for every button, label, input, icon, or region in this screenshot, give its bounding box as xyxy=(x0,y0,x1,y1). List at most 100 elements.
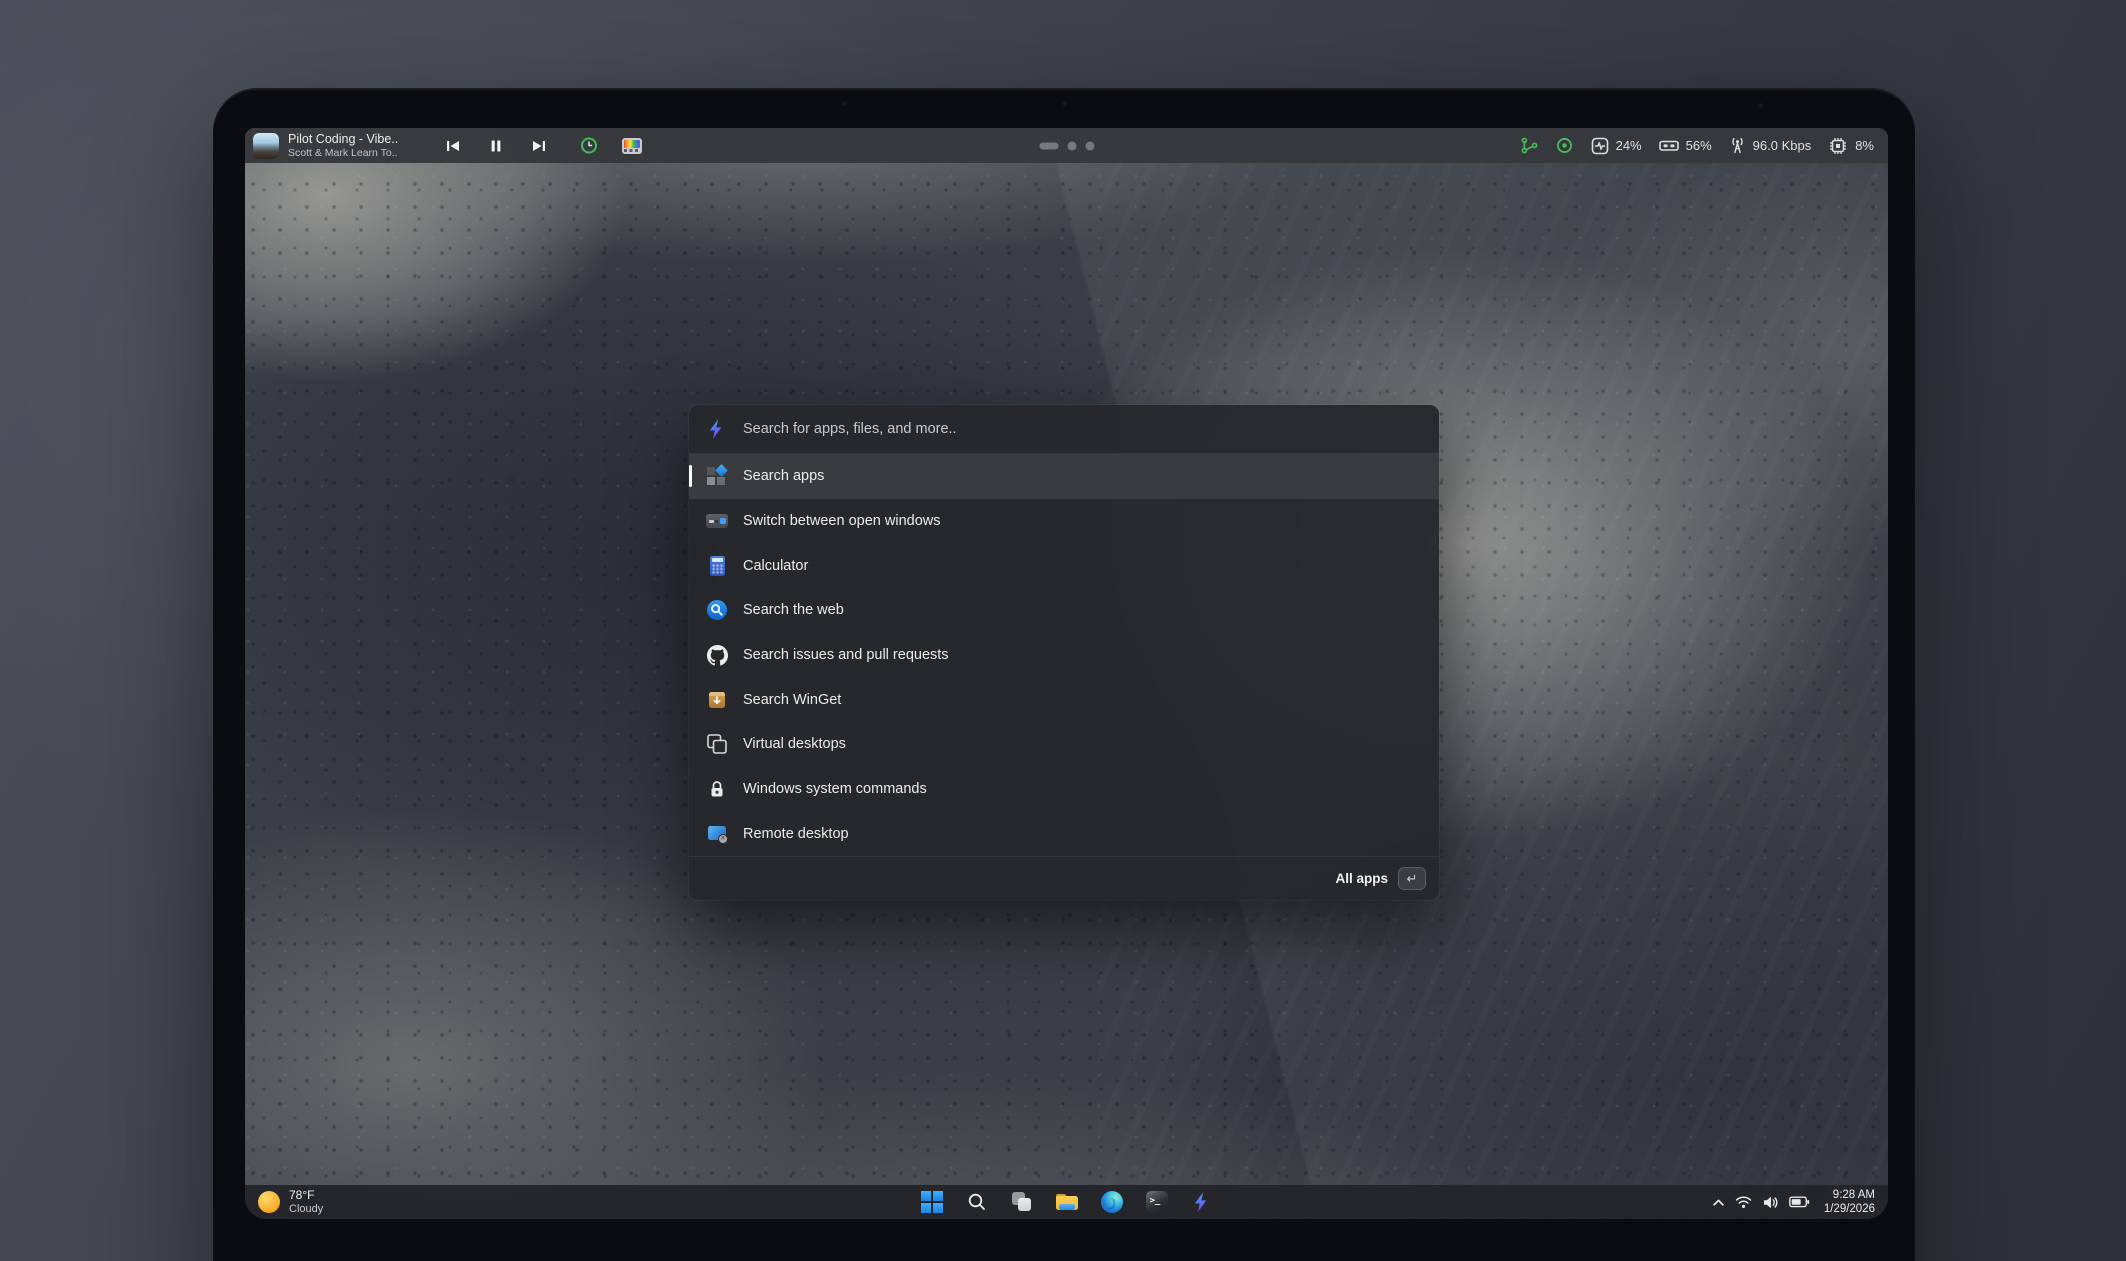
task-view-icon xyxy=(1011,1191,1033,1213)
list-item-label: Remote desktop xyxy=(743,826,849,842)
list-item-github-search[interactable]: Search issues and pull requests xyxy=(689,633,1439,678)
sun-icon xyxy=(258,1191,280,1213)
now-playing-subtitle: Scott & Mark Learn To.. xyxy=(288,147,422,159)
all-apps-label: All apps xyxy=(1335,871,1388,886)
file-explorer-button[interactable] xyxy=(1054,1189,1080,1215)
bar-tools xyxy=(580,137,642,155)
previous-icon xyxy=(444,137,462,155)
bezel-camera-dot xyxy=(842,101,847,106)
network-value: 96.0 Kbps xyxy=(1753,138,1812,153)
display-color-icon[interactable] xyxy=(622,138,642,154)
activity-stat: 24% xyxy=(1591,137,1642,155)
tray-clock[interactable]: 9:28 AM 1/29/2026 xyxy=(1824,1188,1875,1217)
all-apps-button[interactable]: All apps ↵ xyxy=(689,856,1439,900)
laptop-frame: Pilot Coding - Vibe.. Scott & Mark Learn… xyxy=(213,88,1915,1261)
tray-date: 1/29/2026 xyxy=(1824,1202,1875,1216)
media-controls xyxy=(444,137,548,155)
search-icon xyxy=(966,1191,988,1213)
screen: Pilot Coding - Vibe.. Scott & Mark Learn… xyxy=(245,128,1888,1219)
start-button[interactable] xyxy=(919,1189,945,1215)
search-input[interactable]: Search for apps, files, and more.. xyxy=(689,405,1439,453)
pause-button[interactable] xyxy=(487,137,505,155)
enter-key-icon: ↵ xyxy=(1398,867,1426,890)
command-palette-bolt-icon xyxy=(706,418,728,440)
tray-time: 9:28 AM xyxy=(1824,1188,1875,1202)
taskbar: 78°F Cloudy xyxy=(245,1185,1888,1219)
network-stat: 96.0 Kbps xyxy=(1729,137,1812,155)
web-search-icon xyxy=(706,599,728,621)
wifi-icon[interactable] xyxy=(1735,1195,1752,1209)
now-playing-title: Pilot Coding - Vibe.. xyxy=(288,132,422,147)
list-item-label: Calculator xyxy=(743,558,808,574)
list-item-label: Windows system commands xyxy=(743,781,927,797)
powertoys-bolt-icon xyxy=(1191,1191,1213,1213)
list-item-search-apps[interactable]: Search apps xyxy=(689,454,1439,499)
list-item-remote-desktop[interactable]: ✕ Remote desktop xyxy=(689,812,1439,857)
command-palette: Search for apps, files, and more.. Searc… xyxy=(689,405,1439,900)
top-status-bar: Pilot Coding - Vibe.. Scott & Mark Learn… xyxy=(245,128,1888,163)
result-list: Search apps Switch between open windows … xyxy=(689,454,1439,856)
weather-widget[interactable]: 78°F Cloudy xyxy=(245,1188,323,1216)
system-stats: 24% 56% xyxy=(1521,136,1874,156)
list-item-label: Search issues and pull requests xyxy=(743,647,949,663)
next-icon xyxy=(530,137,548,155)
taskbar-center: >_ xyxy=(919,1185,1215,1219)
edge-browser-button[interactable] xyxy=(1099,1189,1125,1215)
next-track-button[interactable] xyxy=(530,137,548,155)
list-item-label: Virtual desktops xyxy=(743,736,846,752)
volume-icon[interactable] xyxy=(1762,1195,1779,1210)
chip-icon xyxy=(1828,136,1848,156)
memory-value: 56% xyxy=(1686,138,1712,153)
list-item-virtual-desktops[interactable]: Virtual desktops xyxy=(689,722,1439,767)
windows-logo-icon xyxy=(921,1191,943,1213)
rainbow-screen xyxy=(624,140,640,148)
task-view-button[interactable] xyxy=(1009,1189,1035,1215)
desktop-stage: Pilot Coding - Vibe.. Scott & Mark Learn… xyxy=(0,0,2126,1261)
handle-pill xyxy=(1039,142,1058,149)
winget-icon xyxy=(706,689,728,711)
weather-temperature: 78°F xyxy=(289,1188,323,1202)
now-playing-album-art[interactable] xyxy=(253,133,279,159)
virtual-desktops-icon xyxy=(706,733,728,755)
timer-icon[interactable] xyxy=(580,137,598,155)
apps-icon xyxy=(706,465,728,487)
search-placeholder: Search for apps, files, and more.. xyxy=(743,421,957,437)
activity-icon xyxy=(1591,137,1609,155)
calculator-icon xyxy=(706,555,728,577)
tray-chevron-up-icon[interactable] xyxy=(1712,1197,1725,1207)
taskbar-search-button[interactable] xyxy=(964,1189,990,1215)
list-item-search-winget[interactable]: Search WinGet xyxy=(689,677,1439,722)
activity-value: 24% xyxy=(1616,138,1642,153)
list-item-label: Search the web xyxy=(743,602,844,618)
list-item-calculator[interactable]: Calculator xyxy=(689,543,1439,588)
list-item-search-web[interactable]: Search the web xyxy=(689,588,1439,633)
terminal-button[interactable]: >_ xyxy=(1144,1189,1170,1215)
weather-condition: Cloudy xyxy=(289,1203,323,1216)
bezel-camera-dot xyxy=(1758,103,1763,108)
rainbow-dots xyxy=(624,149,640,152)
memory-stat: 56% xyxy=(1659,137,1712,154)
edge-icon xyxy=(1101,1191,1123,1213)
bar-drag-handle[interactable] xyxy=(1039,141,1094,150)
record-status-icon[interactable] xyxy=(1556,137,1574,155)
system-tray: 9:28 AM 1/29/2026 xyxy=(1712,1188,1888,1217)
bezel-camera-dot xyxy=(1062,101,1067,106)
list-item-label: Switch between open windows xyxy=(743,513,940,529)
chip-stat: 8% xyxy=(1828,136,1874,156)
list-item-label: Search WinGet xyxy=(743,692,841,708)
github-icon xyxy=(706,644,728,666)
handle-dot xyxy=(1067,141,1076,150)
battery-icon[interactable] xyxy=(1789,1196,1810,1208)
now-playing-info[interactable]: Pilot Coding - Vibe.. Scott & Mark Learn… xyxy=(288,132,422,159)
lock-icon xyxy=(706,778,728,800)
branch-icon[interactable] xyxy=(1521,137,1539,155)
list-item-system-commands[interactable]: Windows system commands xyxy=(689,767,1439,812)
handle-dot xyxy=(1085,141,1094,150)
window-switcher-icon xyxy=(706,510,728,532)
list-item-switch-windows[interactable]: Switch between open windows xyxy=(689,499,1439,544)
chip-value: 8% xyxy=(1855,138,1874,153)
terminal-icon: >_ xyxy=(1146,1191,1168,1213)
pause-icon xyxy=(487,137,505,155)
command-palette-button[interactable] xyxy=(1189,1189,1215,1215)
previous-track-button[interactable] xyxy=(444,137,462,155)
